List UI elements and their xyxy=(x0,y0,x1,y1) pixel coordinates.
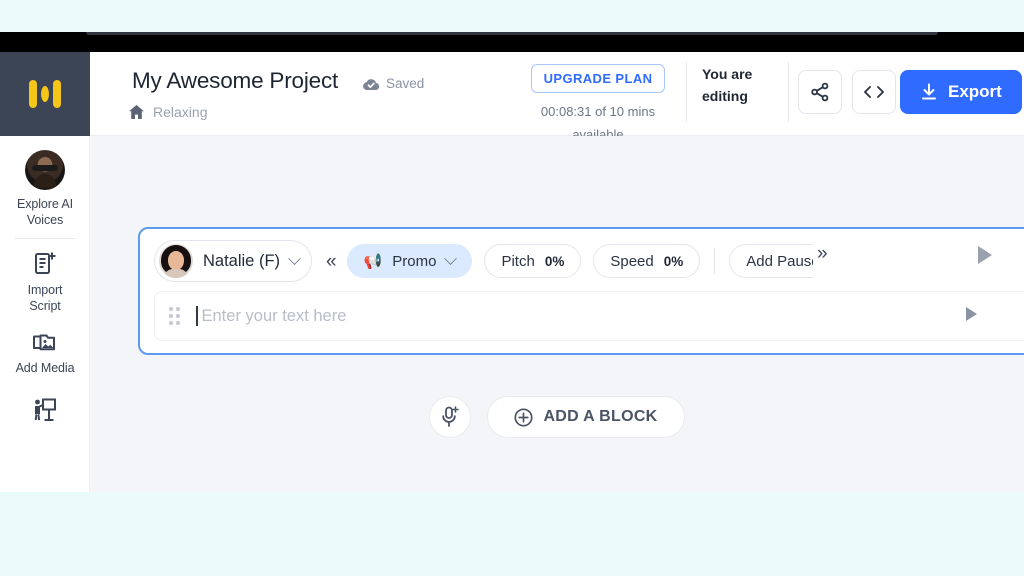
page-title: My Awesome Project xyxy=(132,68,339,93)
plus-circle-icon xyxy=(514,407,533,427)
share-button[interactable] xyxy=(798,70,842,114)
chevron-down-icon xyxy=(288,251,301,265)
add-pause-button[interactable]: Add Pause xyxy=(729,244,814,278)
speed-label: Speed xyxy=(610,252,654,270)
sidebar-item-label: Import Script xyxy=(27,283,63,313)
save-status-label: Saved xyxy=(386,76,425,91)
top-header: My Awesome Project Saved Relaxing UPGRAD… xyxy=(90,52,1024,142)
megaphone-icon: 📢 xyxy=(363,253,383,270)
script-text-input[interactable]: Enter your text here xyxy=(202,307,347,326)
pitch-control[interactable]: Pitch 0% xyxy=(484,244,582,278)
plan-usage-text: 00:08:31 of 10 mins xyxy=(540,104,656,119)
editing-status: You are editing xyxy=(702,66,753,104)
expand-toolbar-button[interactable]: » xyxy=(816,243,828,265)
share-icon xyxy=(811,82,829,102)
record-voice-button[interactable] xyxy=(429,396,472,438)
collapse-toolbar-button[interactable]: « xyxy=(326,252,337,271)
avatar-icon xyxy=(25,150,65,190)
header-divider-1 xyxy=(686,62,687,122)
sidebar-item-label: Add Media xyxy=(15,360,75,375)
pitch-label: Pitch xyxy=(501,252,535,270)
left-sidebar: Explore AI Voices Import Script Add Medi… xyxy=(0,52,90,492)
breadcrumb-label: Relaxing xyxy=(153,104,208,120)
save-status: Saved xyxy=(362,76,424,91)
block-actions: ADD A BLOCK xyxy=(90,396,1024,438)
text-input-row[interactable]: Enter your text here xyxy=(154,291,1024,341)
speed-control[interactable]: Speed 0% xyxy=(593,244,701,278)
editor-canvas: Natalie (F) « 📢 Promo Pitch 0% Speed 0% … xyxy=(90,136,1024,492)
header-divider-2 xyxy=(788,62,789,122)
chevron-down-icon xyxy=(444,251,458,265)
sidebar-item-label: Explore AI Voices xyxy=(17,197,73,227)
sidebar-item-tutorial[interactable] xyxy=(0,382,90,434)
export-label: Export xyxy=(948,82,1002,101)
play-line-button[interactable] xyxy=(966,307,977,321)
sidebar-item-explore-ai-voices[interactable]: Explore AI Voices xyxy=(0,136,90,234)
voice-style-label: Promo xyxy=(392,252,437,270)
export-button[interactable]: Export xyxy=(900,70,1022,114)
add-a-block-label: ADD A BLOCK xyxy=(543,408,658,425)
toolbar-divider xyxy=(714,248,716,274)
plan-section: UPGRADE PLAN 00:08:31 of 10 mins availab… xyxy=(524,64,672,147)
pitch-value: 0% xyxy=(544,253,565,269)
download-icon xyxy=(922,83,936,100)
play-icon xyxy=(978,246,992,264)
add-pause-label: Add Pause xyxy=(746,252,814,270)
microphone-plus-icon xyxy=(442,406,460,427)
upgrade-plan-button[interactable]: UPGRADE PLAN xyxy=(530,64,666,93)
speed-value: 0% xyxy=(663,253,684,269)
cloud-check-icon xyxy=(363,78,380,90)
sidebar-item-add-media[interactable]: Add Media xyxy=(0,321,90,383)
murf-logo-icon xyxy=(27,78,63,110)
add-a-block-button[interactable]: ADD A BLOCK xyxy=(487,396,685,438)
home-icon xyxy=(129,105,144,119)
tutorial-icon xyxy=(34,398,56,422)
add-pause-wrapper: Add Pause xyxy=(729,243,814,279)
play-block-button[interactable] xyxy=(978,246,992,264)
import-script-icon xyxy=(35,252,56,275)
code-icon xyxy=(864,86,884,98)
screen: Explore AI Voices Import Script Add Medi… xyxy=(0,0,1024,576)
voice-style-selector[interactable]: 📢 Promo xyxy=(346,244,473,278)
voice-avatar xyxy=(159,244,193,278)
app-logo[interactable] xyxy=(0,52,90,136)
device-top-bar xyxy=(0,32,1024,52)
embed-code-button[interactable] xyxy=(852,70,896,114)
play-icon xyxy=(966,307,977,321)
breadcrumb[interactable]: Relaxing xyxy=(128,104,207,120)
app-window: Explore AI Voices Import Script Add Medi… xyxy=(0,52,1024,492)
voice-selector[interactable]: Natalie (F) xyxy=(154,240,313,282)
sidebar-divider xyxy=(14,238,75,240)
voice-name: Natalie (F) xyxy=(203,251,281,270)
add-media-icon xyxy=(33,334,55,350)
drag-handle-icon[interactable] xyxy=(169,307,180,325)
text-caret xyxy=(196,306,198,326)
voice-block: Natalie (F) « 📢 Promo Pitch 0% Speed 0% … xyxy=(138,227,1024,355)
sidebar-item-import-script[interactable]: Import Script xyxy=(0,241,90,320)
block-toolbar: Natalie (F) « 📢 Promo Pitch 0% Speed 0% … xyxy=(140,239,1024,283)
